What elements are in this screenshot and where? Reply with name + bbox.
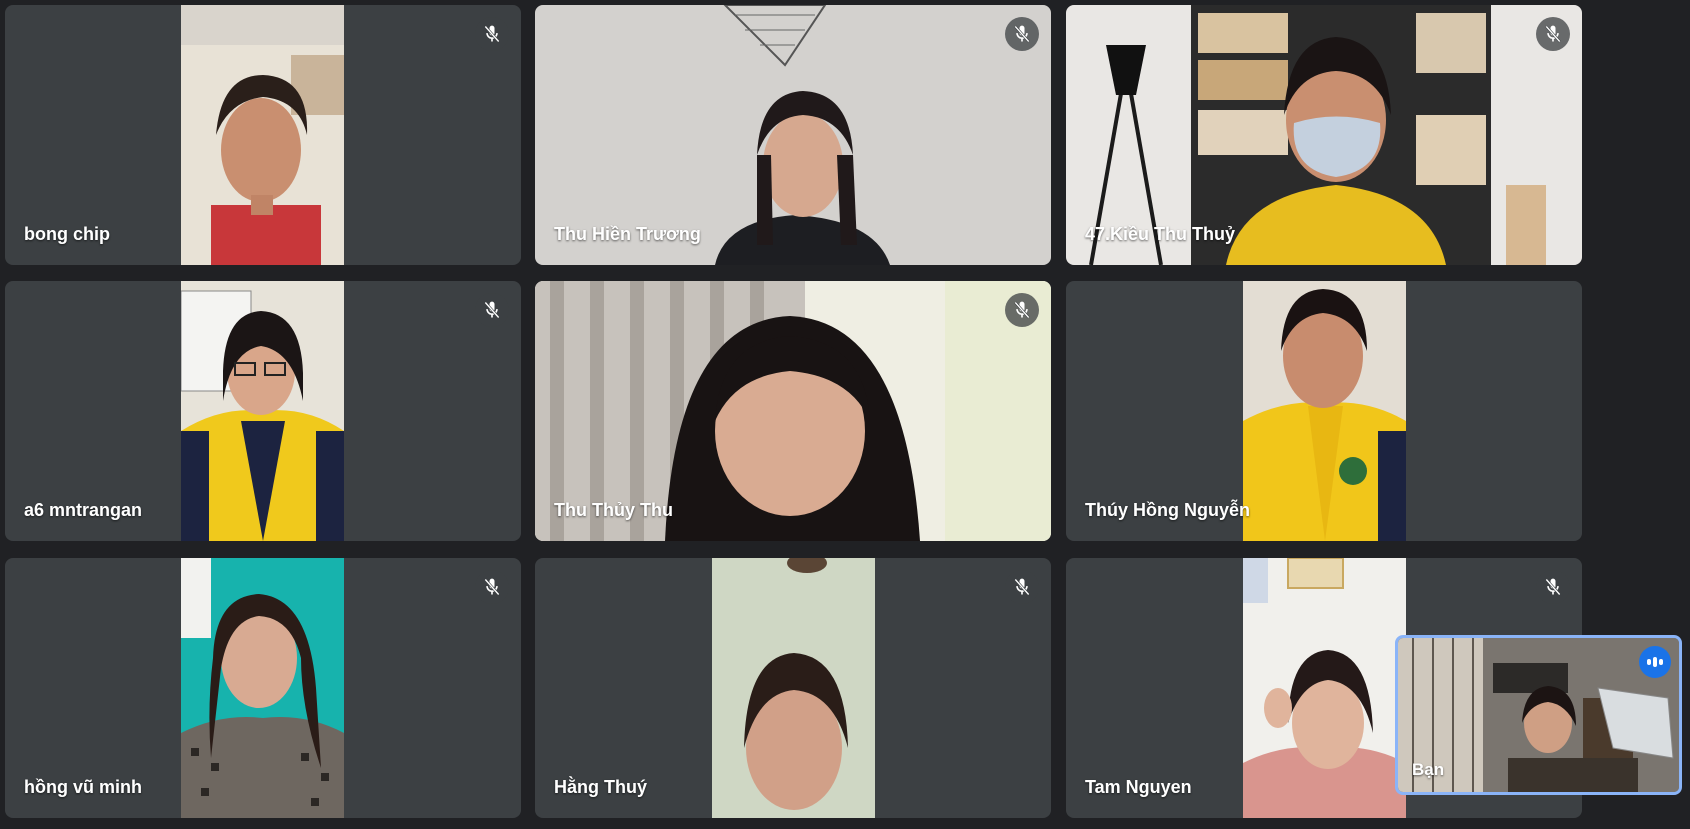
mic-off-icon: [1005, 17, 1039, 51]
meeting-grid: bong chip Thu Hiền Trương 47.Kiều Thu Th…: [0, 0, 1690, 829]
participant-video: [181, 281, 344, 541]
participant-video: [181, 5, 344, 265]
participant-tile[interactable]: Hằng Thuý: [535, 558, 1051, 818]
mic-off-icon: [1536, 570, 1570, 604]
participant-name: Thu Hiền Trương: [554, 224, 701, 244]
self-name: Bạn: [1412, 760, 1445, 779]
participant-tile[interactable]: Thúy Hồng Nguyễn: [1066, 281, 1582, 541]
mic-off-icon: [1536, 17, 1570, 51]
participant-video: [712, 558, 875, 818]
participant-tile[interactable]: hồng vũ minh: [5, 558, 521, 818]
participant-name: Tam Nguyen: [1085, 777, 1192, 797]
participant-tile[interactable]: Thu Hiền Trương: [535, 5, 1051, 265]
participant-tile[interactable]: a6 mntrangan: [5, 281, 521, 541]
self-view-tile[interactable]: Bạn: [1395, 635, 1682, 795]
speaking-icon: [1639, 646, 1671, 678]
mic-off-icon: [475, 570, 509, 604]
participant-name: bong chip: [24, 224, 110, 244]
participant-video: [1243, 558, 1406, 818]
participant-name: Thúy Hồng Nguyễn: [1085, 500, 1250, 520]
participant-video: [181, 558, 344, 818]
participant-name: Hằng Thuý: [554, 777, 647, 797]
participant-tile[interactable]: 47.Kiều Thu Thuỷ: [1066, 5, 1582, 265]
participant-name: 47.Kiều Thu Thuỷ: [1085, 224, 1236, 244]
participant-name: a6 mntrangan: [24, 500, 143, 520]
mic-off-icon: [475, 293, 509, 327]
participant-tile[interactable]: bong chip: [5, 5, 521, 265]
mic-off-icon: [1005, 570, 1039, 604]
mic-off-icon: [475, 17, 509, 51]
participant-tile[interactable]: Thu Thủy Thu: [535, 281, 1051, 541]
participant-name: hồng vũ minh: [24, 777, 142, 797]
participant-name: Thu Thủy Thu: [554, 500, 673, 520]
participant-video: [1243, 281, 1406, 541]
mic-off-icon: [1005, 293, 1039, 327]
